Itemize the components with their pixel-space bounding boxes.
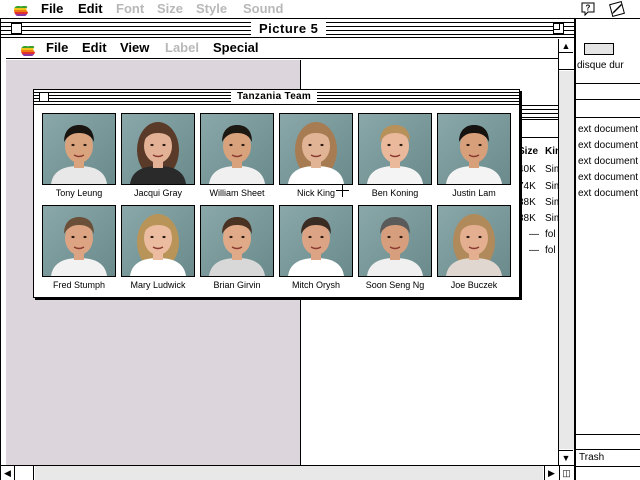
- portrait-photo: [200, 113, 274, 185]
- team-window-title-bar[interactable]: Tanzania Team: [34, 90, 519, 105]
- file-size: —: [529, 229, 539, 240]
- disk-icon[interactable]: [584, 43, 614, 55]
- team-close-box[interactable]: [39, 92, 49, 102]
- portrait-photo: [121, 205, 195, 277]
- hscroll-track[interactable]: [35, 466, 543, 480]
- document-item[interactable]: ext document: [578, 172, 638, 184]
- team-window-title: Tanzania Team: [231, 90, 318, 104]
- menu-font[interactable]: Font: [116, 1, 144, 17]
- menu-file[interactable]: File: [41, 1, 63, 17]
- portrait-photo: [437, 205, 511, 277]
- file-size: 74K: [518, 181, 536, 192]
- file-size: —: [529, 245, 539, 256]
- size-box-icon[interactable]: ◫: [559, 466, 573, 480]
- portrait-photo: [437, 113, 511, 185]
- document-item[interactable]: ext document: [578, 140, 638, 152]
- file-size: 38K: [518, 197, 536, 208]
- team-member-name: Tony Leung: [55, 188, 103, 198]
- file-size: 40K: [518, 164, 536, 175]
- portrait-photo: [358, 113, 432, 185]
- scroll-track[interactable]: [559, 71, 574, 449]
- inner-menubar: File Edit View Label Special: [6, 37, 558, 59]
- file-kind: fol: [545, 245, 556, 256]
- document-item[interactable]: ext document: [578, 124, 638, 136]
- horizontal-scrollbar[interactable]: ◀ ▶ ◫: [1, 465, 574, 480]
- inner-menu-file[interactable]: File: [46, 40, 68, 56]
- scroll-left-arrow-icon[interactable]: ◀: [1, 466, 15, 480]
- portrait-photo: [200, 205, 274, 277]
- team-member-name: Brian Girvin: [213, 280, 261, 290]
- disk-label[interactable]: disque dur: [577, 60, 624, 72]
- inner-menu-edit[interactable]: Edit: [82, 40, 107, 56]
- scroll-down-arrow-icon[interactable]: ▼: [559, 450, 573, 464]
- team-member-name: Jacqui Gray: [133, 188, 183, 198]
- vertical-scrollbar[interactable]: ▲ ▼: [558, 39, 574, 465]
- document-item[interactable]: ext document: [578, 156, 638, 168]
- desktop-right: disque dur ext document ext document ext…: [575, 19, 640, 480]
- window-title-bar[interactable]: Picture 5: [1, 19, 574, 38]
- column-header-size[interactable]: Size: [518, 146, 538, 157]
- team-member-name: William Sheet: [209, 188, 265, 198]
- portrait-photo: [358, 205, 432, 277]
- zoom-box[interactable]: [553, 23, 564, 34]
- menu-size[interactable]: Size: [157, 1, 183, 17]
- crosshair-cursor-icon: [336, 184, 349, 197]
- trash-label[interactable]: Trash: [579, 452, 604, 464]
- team-member-name: Fred Stumph: [52, 280, 106, 290]
- scroll-thumb[interactable]: [559, 54, 574, 70]
- team-member-name: Mitch Orysh: [291, 280, 340, 290]
- portrait-photo: [42, 113, 116, 185]
- svg-text:?: ?: [586, 4, 591, 13]
- file-size: 38K: [518, 213, 536, 224]
- team-member-name: Justin Lam: [452, 188, 496, 198]
- portrait-photo: [42, 205, 116, 277]
- inner-menu-label[interactable]: Label: [165, 40, 199, 56]
- menu-style[interactable]: Style: [196, 1, 227, 17]
- tanzania-team-window: Tanzania Team Tony Leung Jacqui Gray Willi…: [33, 89, 520, 298]
- portrait-photo: [121, 113, 195, 185]
- application-menu-icon[interactable]: [609, 1, 625, 17]
- scroll-right-arrow-icon[interactable]: ▶: [544, 466, 558, 480]
- hscroll-thumb[interactable]: [16, 466, 34, 480]
- document-item[interactable]: ext document: [578, 188, 638, 200]
- help-balloon-icon[interactable]: ?: [580, 1, 596, 17]
- team-member-name: Mary Ludwick: [130, 280, 186, 290]
- menu-sound[interactable]: Sound: [243, 1, 283, 17]
- portrait-photo: [279, 113, 353, 185]
- menubar: File Edit Font Size Style Sound ?: [0, 0, 640, 19]
- team-member-name: Soon Seng Ng: [365, 280, 425, 290]
- window-title: Picture 5: [251, 20, 327, 37]
- close-box[interactable]: [11, 23, 22, 34]
- inner-apple-menu-icon[interactable]: [20, 42, 36, 57]
- team-member-name: Joe Buczek: [450, 280, 498, 290]
- inner-menu-view[interactable]: View: [120, 40, 149, 56]
- inner-menu-special[interactable]: Special: [213, 40, 259, 56]
- team-member-name: Ben Koning: [371, 188, 419, 198]
- menu-edit[interactable]: Edit: [78, 1, 103, 17]
- file-kind: fol: [545, 229, 556, 240]
- scroll-up-arrow-icon[interactable]: ▲: [559, 39, 573, 53]
- portrait-photo: [279, 205, 353, 277]
- apple-menu-icon[interactable]: [13, 2, 29, 17]
